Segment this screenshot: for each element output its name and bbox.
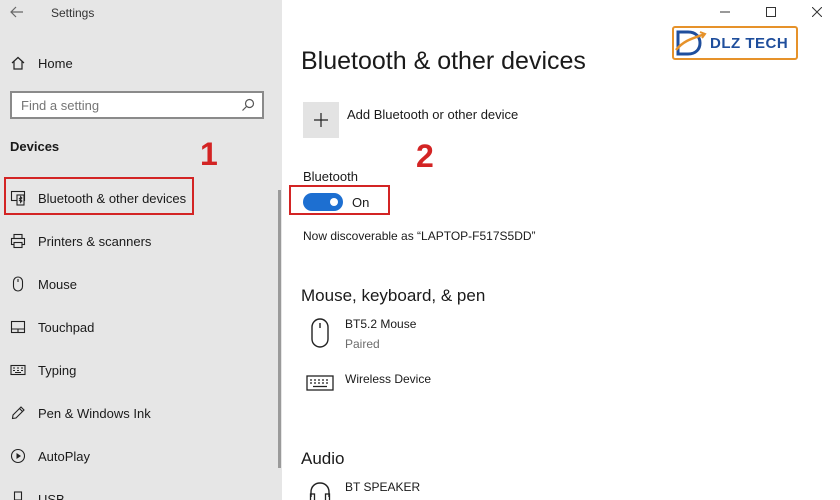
autoplay-icon <box>10 448 26 464</box>
main-panel: DLZ TECH Bluetooth & other devices Add B… <box>282 0 840 500</box>
pen-icon <box>10 405 26 421</box>
add-device-button[interactable] <box>303 102 339 138</box>
sidebar-item-bluetooth[interactable]: Bluetooth & other devices <box>0 178 282 218</box>
sidebar-item-printers[interactable]: Printers & scanners <box>0 221 282 261</box>
touchpad-icon <box>10 319 26 335</box>
bluetooth-state: On <box>352 195 370 210</box>
discoverable-text: Now discoverable as “LAPTOP-F517S5DD” <box>303 229 536 243</box>
plus-icon <box>314 113 328 127</box>
annotation-marker-1: 1 <box>200 136 218 172</box>
sidebar-item-typing[interactable]: Typing <box>0 350 282 390</box>
sidebar-item-label: Pen & Windows Ink <box>38 405 151 421</box>
device-item[interactable]: BT5.2 Mouse Paired <box>303 317 416 351</box>
mouse-icon <box>10 276 26 292</box>
sidebar-item-label: Bluetooth & other devices <box>38 190 187 206</box>
search-box[interactable] <box>10 91 264 119</box>
toggle-knob <box>330 198 338 206</box>
device-name: Wireless Device <box>345 372 432 386</box>
sidebar-item-label: Touchpad <box>38 319 95 335</box>
logo-mark-icon <box>675 30 707 56</box>
device-item[interactable]: Wireless Device <box>303 372 431 392</box>
watermark-logo: DLZ TECH <box>672 26 798 60</box>
search-icon[interactable] <box>241 98 255 112</box>
sidebar-item-label: AutoPlay <box>38 448 91 464</box>
device-name: BT5.2 Mouse <box>345 317 417 331</box>
headphones-icon <box>303 480 337 500</box>
close-icon[interactable] <box>794 0 840 24</box>
bluetooth-toggle[interactable] <box>303 193 343 211</box>
device-name: BT SPEAKER <box>345 480 421 494</box>
window-controls <box>702 0 840 24</box>
sidebar-item-touchpad[interactable]: Touchpad <box>0 307 282 347</box>
sidebar-item-label: Home <box>38 55 73 71</box>
add-device-label[interactable]: Add Bluetooth or other device <box>347 107 518 122</box>
device-status: Paired <box>345 337 380 351</box>
bluetooth-label: Bluetooth <box>303 169 358 184</box>
minimize-icon[interactable] <box>702 0 748 24</box>
logo-text: DLZ TECH <box>710 34 789 52</box>
sidebar-item-autoplay[interactable]: AutoPlay <box>0 436 282 476</box>
page-title: Bluetooth & other devices <box>301 47 586 75</box>
sidebar-item-label: Typing <box>38 362 77 378</box>
sidebar-item-label: USB <box>38 491 65 500</box>
sidebar-item-label: Printers & scanners <box>38 233 152 249</box>
section-heading-audio: Audio <box>301 449 345 468</box>
bluetooth-devices-icon <box>10 190 26 206</box>
section-heading: Devices <box>10 139 60 154</box>
window-title: Settings <box>51 6 95 20</box>
sidebar-item-label: Mouse <box>38 276 78 292</box>
arrow-left-icon[interactable] <box>10 5 24 21</box>
maximize-icon[interactable] <box>748 0 794 24</box>
usb-icon <box>10 491 26 500</box>
sidebar-item-pen[interactable]: Pen & Windows Ink <box>0 393 282 433</box>
section-heading-mouse-keyboard-pen: Mouse, keyboard, & pen <box>301 286 486 305</box>
printer-icon <box>10 233 26 249</box>
mouse-icon <box>303 317 337 351</box>
sidebar-item-mouse[interactable]: Mouse <box>0 264 282 304</box>
sidebar-item-usb[interactable]: USB <box>0 479 282 500</box>
sidebar: Settings Home Devices Bluetooth & other … <box>0 0 282 500</box>
keyboard-icon <box>10 362 26 378</box>
sidebar-scrollbar[interactable] <box>278 190 281 468</box>
home-icon <box>10 55 26 71</box>
sidebar-item-home[interactable]: Home <box>0 43 282 83</box>
search-input[interactable] <box>12 96 241 114</box>
keyboard-icon <box>303 372 337 392</box>
annotation-marker-2: 2 <box>416 138 434 174</box>
device-item[interactable]: BT SPEAKER <box>303 480 420 500</box>
